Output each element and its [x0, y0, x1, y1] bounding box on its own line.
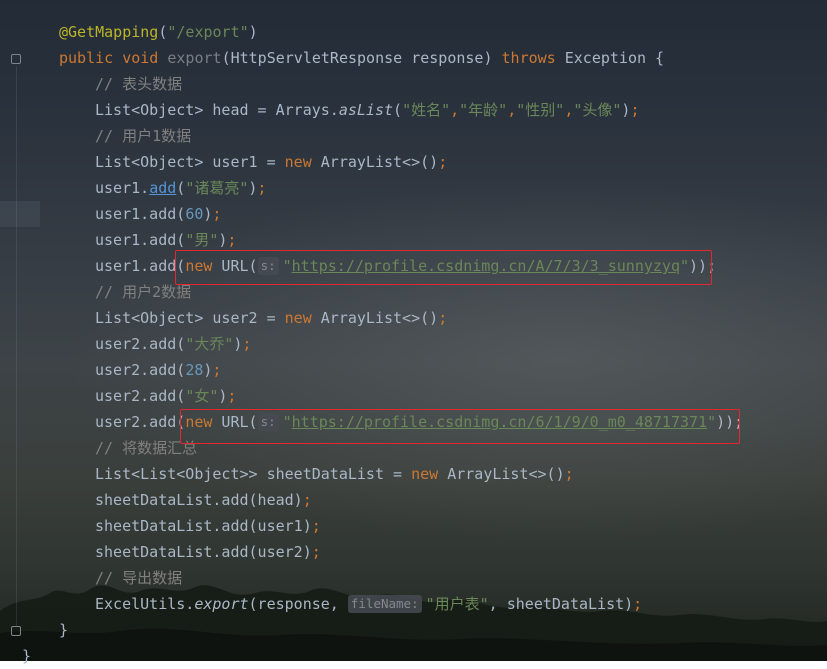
- indent-guide: [16, 66, 17, 626]
- code-comment: // 用户1数据: [95, 127, 192, 145]
- highlight-box: [175, 250, 712, 285]
- code-line: }: [22, 647, 32, 665]
- highlight-box: [180, 409, 740, 444]
- code-line: sheetDataList.add(user1);: [95, 517, 321, 535]
- code-line: user2.add("女");: [95, 387, 237, 405]
- code-line: user1.add(60);: [95, 205, 222, 223]
- code-comment: // 导出数据: [95, 569, 183, 587]
- code-line: List<Object> head = Arrays.asList("姓名","…: [95, 101, 640, 119]
- code-line: List<Object> user1 = new ArrayList<>();: [95, 153, 448, 171]
- fold-icon[interactable]: [11, 54, 21, 64]
- code-line: @GetMapping("/export"): [59, 23, 258, 41]
- code-line: }: [59, 621, 69, 639]
- fold-icon[interactable]: [11, 626, 21, 636]
- method-link[interactable]: add: [149, 179, 176, 197]
- editor-gutter: [0, 0, 40, 661]
- code-comment: // 表头数据: [95, 75, 183, 93]
- parameter-hint: fileName:: [347, 595, 422, 613]
- code-line: user2.add("大乔");: [95, 335, 252, 353]
- code-line: user1.add("诸葛亮");: [95, 179, 267, 197]
- code-line: public void export(HttpServletResponse r…: [59, 49, 665, 67]
- code-line: List<Object> user2 = new ArrayList<>();: [95, 309, 448, 327]
- current-line-marker: [0, 201, 40, 227]
- code-line: ExcelUtils.export(response, fileName: "用户…: [95, 595, 643, 613]
- code-line: user2.add(28);: [95, 361, 222, 379]
- code-line: sheetDataList.add(head);: [95, 491, 312, 509]
- code-line: List<List<Object>> sheetDataList = new A…: [95, 465, 574, 483]
- code-line: sheetDataList.add(user2);: [95, 543, 321, 561]
